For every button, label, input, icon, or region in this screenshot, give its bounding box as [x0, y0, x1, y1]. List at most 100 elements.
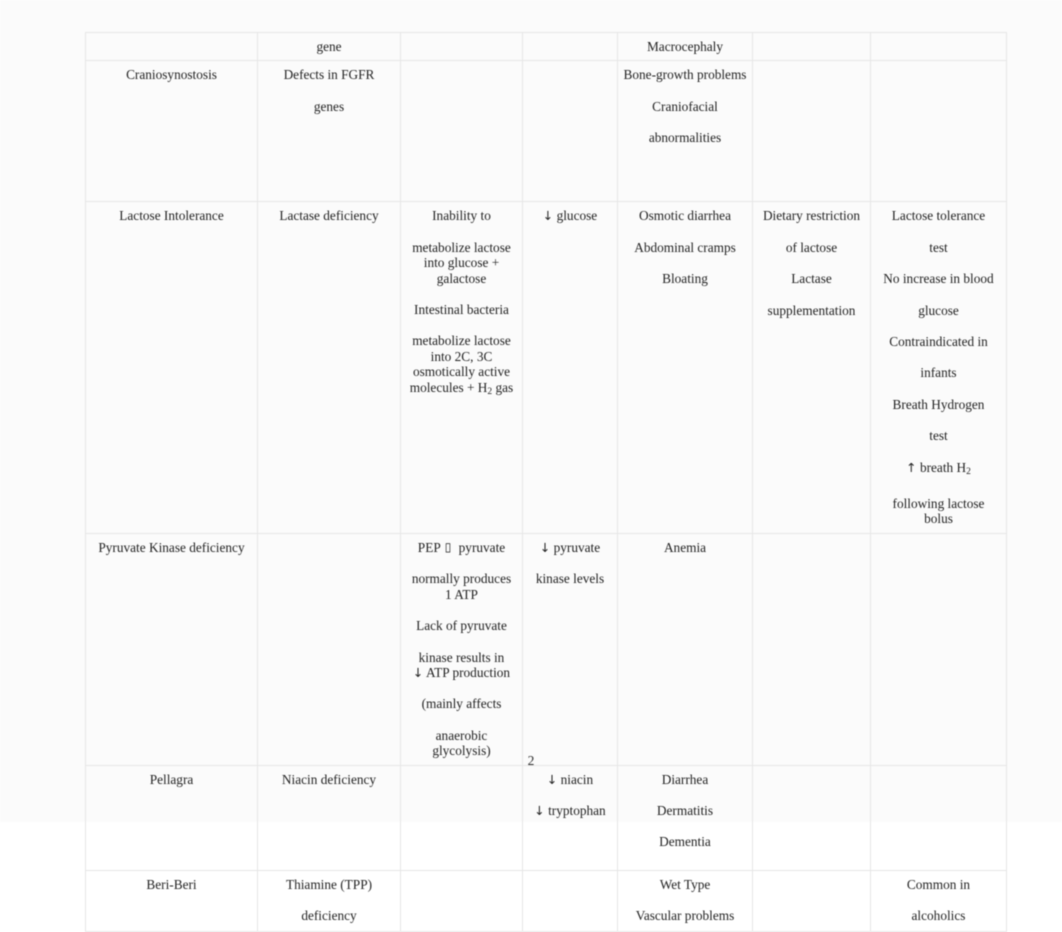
text-wet-type: Wet Type: [659, 876, 711, 892]
text-defects-fgfr-line2: genes: [313, 98, 345, 114]
text-niacin: niacin: [557, 771, 594, 787]
cell-signs-craniosynostosis: Bone-growth problems Craniofacial abnorm…: [617, 60, 753, 203]
text-pep-line1: PEP ▯ pyruvate: [405, 540, 518, 555]
cell-cause-pellagra: Niacin deficiency: [257, 764, 401, 871]
text-bone-growth-problems: Bone-growth problems: [623, 67, 747, 83]
text-breath-hydrogen-line2: test: [929, 428, 948, 444]
cell-notes-craniosynostosis: [870, 60, 1007, 203]
text-inability-line1: Inability to: [432, 208, 491, 224]
cell-treatment-craniosynostosis: [752, 60, 871, 203]
cell-disease-pyruvate-kinase: Pyruvate Kinase deficiency: [85, 532, 258, 766]
cell-notes-beri-beri: Common in alcoholics: [870, 869, 1007, 932]
text-contraindicated-line1: Contraindicated in: [889, 334, 988, 350]
text-lactase-supplementation-line2: supplementation: [767, 302, 856, 318]
table-row: Beri-Beri Thiamine (TPP) deficiency Wet …: [85, 869, 1007, 932]
cell-treatment-pyruvate-kinase: [752, 532, 871, 766]
table-row: Pellagra Niacin deficiency ↓ niacin ↓ tr…: [85, 764, 1007, 871]
text-inability-line2: metabolize lactose: [412, 239, 511, 255]
text-thiamine-line1: Thiamine (TPP): [285, 876, 373, 892]
text-macrocephaly: Macrocephaly: [646, 39, 724, 54]
text-pep: PEP: [417, 539, 441, 555]
text-lactose-intolerance: Lactose Intolerance: [119, 208, 224, 224]
cell-notes-pellagra: [870, 764, 1007, 871]
text-down-pyruvate-kinase-line2: kinase levels: [535, 571, 605, 587]
text-dermatitis: Dermatitis: [656, 802, 714, 818]
text-craniofacial-line1: Craniofacial: [652, 98, 718, 114]
cell-disease: [85, 31, 258, 62]
text-lactose-tolerance-test-line2: test: [929, 239, 948, 255]
cell-treatment-lactose-intolerance: Dietary restriction of lactose Lactase s…: [752, 201, 871, 534]
text-bacteria-line4: osmotically active: [412, 364, 511, 380]
missing-glyph-icon: ▯: [444, 539, 452, 554]
document-page: gene Macrocephaly Craniosynostosis Defec…: [0, 0, 1062, 932]
text-anemia: Anemia: [663, 539, 707, 555]
table-row: Lactose Intolerance Lactase deficiency I…: [85, 201, 1007, 534]
text-pyruvate-kinase-deficiency: Pyruvate Kinase deficiency: [98, 539, 245, 555]
cell-treatment: [752, 31, 871, 62]
text-dietary-restriction-line1: Dietary restriction: [762, 208, 861, 224]
text-mainly-line1: (mainly affects: [421, 696, 502, 712]
text-gene: gene: [316, 39, 342, 54]
text-lack-line3: ↓ ATP production: [405, 665, 518, 680]
cell-labs-lactose-intolerance: ↓ glucose: [522, 201, 618, 534]
down-arrow-icon-pk: ↓: [539, 539, 551, 555]
cell-mechanism-pellagra: [400, 764, 523, 871]
text-lack-line2: kinase results in: [418, 649, 505, 665]
text-thiamine-line2: deficiency: [301, 907, 357, 923]
text-bacteria-line5: molecules + H2 gas: [405, 380, 518, 400]
cell-mechanism: [400, 31, 523, 62]
text-mainly-line2: anaerobic: [435, 727, 488, 743]
text-glucose: glucose: [556, 208, 598, 224]
text-osmotic-diarrhea: Osmotic diarrhea: [639, 208, 731, 224]
subscript-h2-breath: 2: [966, 466, 971, 477]
text-up-breath-h2-a: breath H: [916, 459, 967, 475]
cell-notes-pyruvate-kinase: [870, 532, 1007, 766]
text-common-in-alcoholics-line1: Common in: [906, 876, 971, 892]
text-abdominal-cramps: Abdominal cramps: [634, 239, 736, 255]
cell-treatment-pellagra: [752, 764, 871, 871]
cell-signs: Macrocephaly: [617, 31, 753, 62]
text-pep-line2: normally produces: [411, 571, 512, 587]
cell-mechanism-pyruvate-kinase: PEP ▯ pyruvate normally produces 1 ATP La…: [400, 532, 523, 766]
text-beri-beri: Beri-Beri: [146, 876, 197, 892]
text-no-increase-line2: glucose: [918, 302, 959, 318]
text-atp-production: ATP production: [423, 664, 511, 680]
cell-cause-beri-beri: Thiamine (TPP) deficiency: [257, 869, 401, 932]
text-lactase-supplementation-line1: Lactase: [791, 271, 832, 287]
cell-signs-lactose-intolerance: Osmotic diarrhea Abdominal cramps Bloati…: [617, 201, 753, 534]
cell-labs-craniosynostosis: [522, 60, 618, 203]
cell-mechanism-lactose-intolerance: Inability to metabolize lactose into glu…: [400, 201, 523, 534]
text-lactose-tolerance-test-line1: Lactose tolerance: [891, 208, 986, 224]
cell-cause: gene: [257, 31, 401, 62]
text-niacin-deficiency: Niacin deficiency: [281, 771, 377, 787]
text-bacteria-line2: metabolize lactose: [412, 333, 511, 349]
cell-disease-lactose-intolerance: Lactose Intolerance: [85, 201, 258, 534]
down-arrow-icon-atp: ↓: [412, 664, 424, 680]
cell-mechanism-beri-beri: [400, 869, 523, 932]
cell-labs: [522, 31, 618, 62]
down-arrow-icon-niacin: ↓: [546, 771, 558, 787]
text-down-niacin: ↓ niacin: [527, 772, 613, 787]
text-bacteria-line5-a: molecules + H: [409, 379, 488, 395]
text-dementia: Dementia: [659, 834, 711, 850]
cell-notes: [870, 31, 1007, 62]
cell-signs-pyruvate-kinase: Anemia: [617, 532, 753, 766]
text-up-breath-h2-line2: following lactose: [892, 496, 985, 512]
disease-reference-table: gene Macrocephaly Craniosynostosis Defec…: [85, 31, 1007, 932]
text-tryptophan: tryptophan: [544, 802, 606, 818]
cell-disease-pellagra: Pellagra: [85, 764, 258, 871]
text-craniosynostosis: Craniosynostosis: [126, 67, 217, 83]
cell-signs-pellagra: Diarrhea Dermatitis Dementia: [617, 764, 753, 871]
text-diarrhea: Diarrhea: [661, 771, 709, 787]
text-lack-line1: Lack of pyruvate: [416, 618, 507, 634]
text-vascular-problems: Vascular problems: [635, 907, 735, 923]
cell-disease-beri-beri: Beri-Beri: [85, 869, 258, 932]
text-bloating: Bloating: [662, 271, 708, 287]
cell-disease-craniosynostosis: Craniosynostosis: [85, 60, 258, 203]
cell-signs-beri-beri: Wet Type Vascular problems: [617, 869, 753, 932]
cell-cause-craniosynostosis: Defects in FGFR genes: [257, 60, 401, 203]
cell-labs-pyruvate-kinase: ↓ pyruvate kinase levels: [522, 532, 618, 766]
cell-cause-lactose-intolerance: Lactase deficiency: [257, 201, 401, 534]
page-number: 2: [527, 753, 535, 768]
text-inability-line4: galactose: [436, 270, 487, 286]
